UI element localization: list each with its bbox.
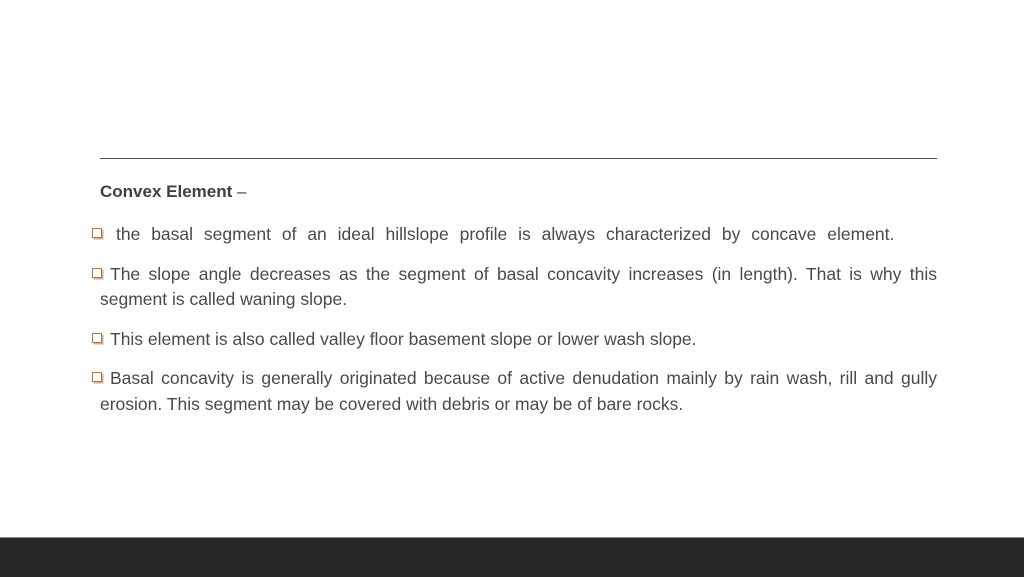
- heading-dash: –: [237, 182, 247, 201]
- square-bullet-icon: [92, 267, 102, 278]
- section-heading: Convex Element –: [100, 182, 246, 202]
- square-bullet-icon: [92, 228, 102, 238]
- list-item: the basal segment of an ideal hillslope …: [92, 222, 937, 248]
- bullet-text: the basal segment of an ideal hillslope …: [116, 224, 895, 244]
- bullet-list: the basal segment of an ideal hillslope …: [92, 222, 937, 431]
- square-bullet-icon: [92, 332, 102, 343]
- title-divider: [100, 158, 937, 159]
- list-item: Basal concavity is generally originated …: [92, 366, 937, 417]
- bullet-text: The slope angle decreases as the segment…: [100, 263, 937, 310]
- list-item: The slope angle decreases as the segment…: [92, 262, 937, 313]
- square-bullet-icon: [92, 372, 102, 382]
- bullet-text: This element is also called valley floor…: [110, 328, 697, 349]
- bullet-text: Basal concavity is generally originated …: [100, 368, 937, 414]
- list-item: This element is also called valley floor…: [92, 327, 937, 353]
- footer-bar: [0, 537, 1024, 577]
- heading-text: Convex Element: [100, 182, 233, 201]
